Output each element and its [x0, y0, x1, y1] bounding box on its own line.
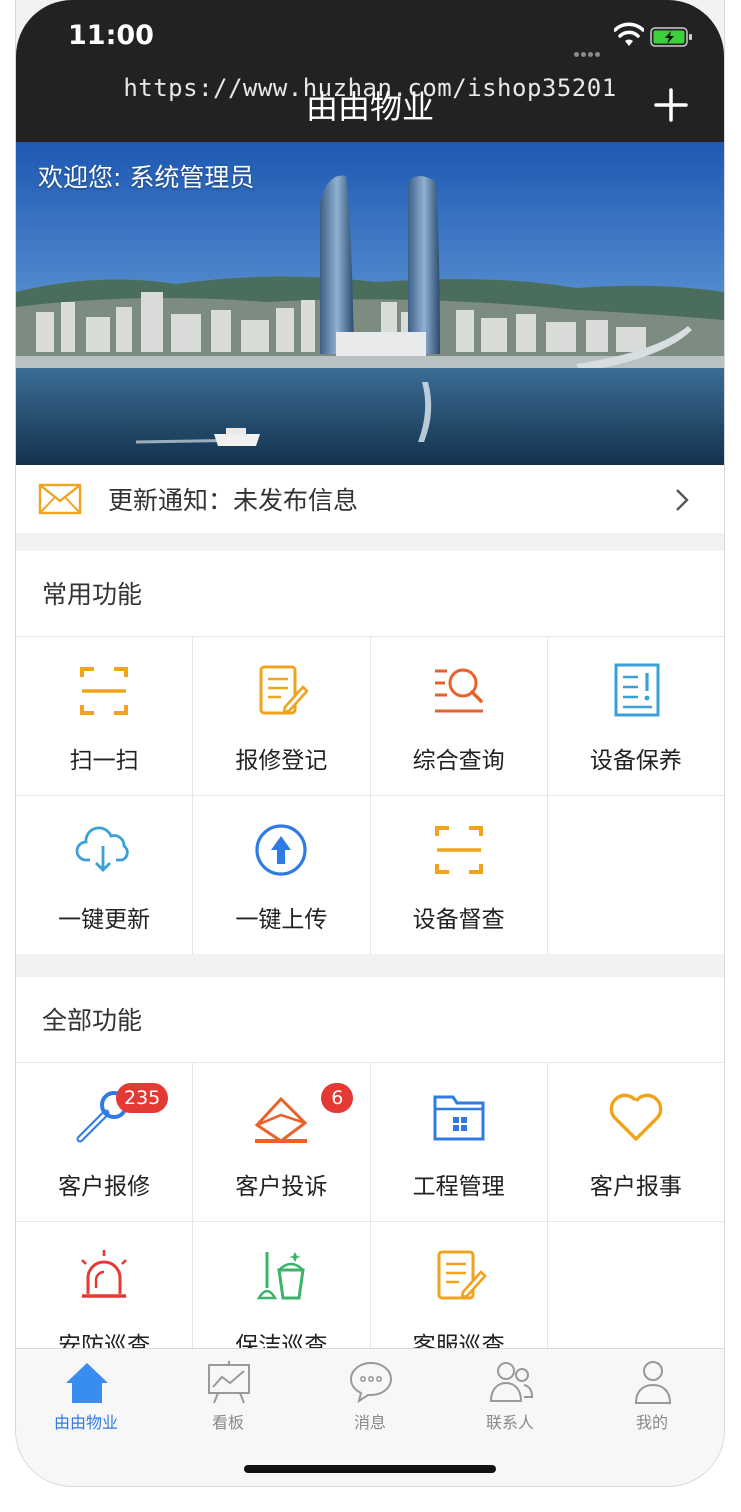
battery-icon [650, 27, 692, 47]
common-functions-header: 常用功能 [16, 551, 724, 637]
page-title: 由由物业 [305, 88, 434, 126]
grid-label: 客户报事 [589, 1174, 682, 1200]
scan-button[interactable]: 扫一扫 [16, 637, 193, 795]
customer-repair-button[interactable]: 235 客户报修 [16, 1063, 193, 1221]
update-notice[interactable]: 更新通知：未发布信息 [16, 465, 724, 533]
notification-badge: 6 [321, 1083, 354, 1113]
banner-image[interactable]: 欢迎您: 系统管理员 [16, 142, 724, 465]
edit-form-icon [259, 665, 310, 715]
device-inspection-button[interactable]: 设备督查 [370, 796, 547, 954]
grid-label: 一键更新 [58, 907, 151, 933]
grid-label: 工程管理 [412, 1174, 505, 1200]
navigation-bar: 11:00 https://www.huzhan.com/ishop35201 … [16, 0, 724, 142]
profile-icon [634, 1361, 672, 1404]
all-functions-header: 全部功能 [16, 977, 724, 1063]
folder-icon [433, 1095, 485, 1141]
repair-register-button[interactable]: 报修登记 [193, 637, 370, 795]
cellular-signal-icon [574, 42, 608, 57]
all-functions-grid: 235 客户报修 6 客户投诉 工程管理 客户报事 安防巡查 保洁巡查 客服巡查 [16, 1063, 724, 1380]
scan-icon [434, 826, 483, 874]
engineering-management-button[interactable]: 工程管理 [370, 1063, 547, 1221]
empty-cell [547, 796, 724, 954]
grid-label: 客户投诉 [235, 1174, 328, 1200]
customer-report-button[interactable]: 客户报事 [547, 1063, 724, 1221]
tab-profile[interactable]: 我的 [602, 1359, 702, 1439]
device-report-icon [614, 663, 660, 717]
section-title: 常用功能 [42, 580, 143, 609]
tab-messages[interactable]: 消息 [320, 1359, 420, 1439]
general-query-button[interactable]: 综合查询 [370, 637, 547, 795]
upload-icon [255, 824, 307, 876]
one-click-update-button[interactable]: 一键更新 [16, 796, 193, 954]
tab-label: 看板 [211, 1413, 244, 1432]
bottom-tab-bar: 由由物业 看板 消息 联系人 我的 [16, 1348, 724, 1486]
common-functions-grid: 扫一扫 报修登记 综合查询 设备保养 一键更新 一键上传 设备督查 [16, 637, 724, 954]
grid-label: 综合查询 [412, 748, 505, 774]
grid-label: 一键上传 [235, 907, 328, 933]
chevron-right-icon [676, 489, 689, 511]
device-maintenance-button[interactable]: 设备保养 [547, 637, 724, 795]
complaint-envelope-icon [255, 1096, 308, 1143]
home-indicator[interactable] [244, 1465, 496, 1473]
one-click-upload-button[interactable]: 一键上传 [193, 796, 370, 954]
cloud-download-icon [75, 826, 129, 872]
grid-label: 报修登记 [235, 748, 328, 774]
grid-label: 客户报修 [58, 1174, 151, 1200]
section-title: 全部功能 [42, 1006, 143, 1035]
chat-icon [349, 1361, 393, 1404]
cleaning-bucket-icon [257, 1252, 306, 1300]
notice-text: 更新通知：未发布信息 [108, 486, 359, 515]
tab-home[interactable]: 由由物业 [36, 1359, 136, 1439]
alarm-light-icon [81, 1250, 128, 1298]
welcome-text: 欢迎您: 系统管理员 [38, 163, 255, 192]
contacts-icon [489, 1362, 534, 1402]
grid-label: 设备保养 [589, 748, 682, 774]
tab-label: 我的 [635, 1413, 668, 1432]
edit-form-icon [437, 1250, 487, 1300]
tab-contacts[interactable]: 联系人 [460, 1359, 560, 1439]
tab-label: 由由物业 [53, 1413, 118, 1432]
wifi-icon [614, 22, 644, 46]
customer-complaint-button[interactable]: 6 客户投诉 [193, 1063, 370, 1221]
heart-icon [609, 1093, 663, 1141]
tab-label: 联系人 [485, 1413, 534, 1432]
scan-icon [80, 667, 129, 715]
tab-label: 消息 [353, 1413, 386, 1432]
home-icon [66, 1363, 108, 1403]
status-time: 11:00 [68, 20, 154, 51]
tab-dashboard[interactable]: 看板 [178, 1359, 278, 1439]
add-button[interactable] [652, 86, 690, 124]
mail-icon [38, 483, 82, 515]
phone-screen: 11:00 https://www.huzhan.com/ishop35201 … [16, 0, 724, 1486]
grid-label: 扫一扫 [69, 748, 139, 774]
notification-badge: 235 [116, 1083, 169, 1113]
grid-label: 设备督查 [412, 907, 505, 933]
search-list-icon [434, 668, 483, 713]
dashboard-icon [208, 1361, 250, 1404]
